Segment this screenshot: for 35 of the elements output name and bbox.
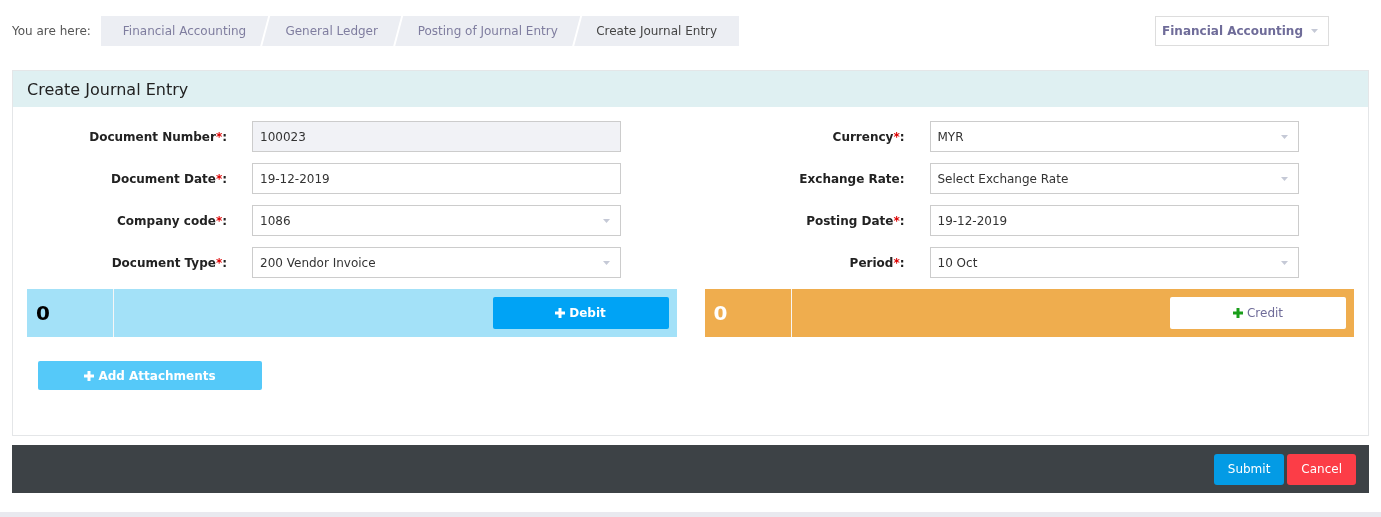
- field-label: Company code*:: [116, 213, 227, 228]
- select-field[interactable]: MYR: [929, 121, 1299, 152]
- select-field[interactable]: 10 Oct: [929, 247, 1299, 278]
- caret-icon: [603, 218, 610, 223]
- caret-icon: [1280, 134, 1288, 139]
- caret-icon: [1280, 176, 1288, 181]
- breadcrumb-item[interactable]: Create Journal Entry: [574, 16, 740, 46]
- field-label: Document Date*:: [110, 171, 227, 186]
- field-label: Document Type*:: [110, 255, 227, 270]
- caret-icon: [1280, 260, 1288, 265]
- field-label: Period*:: [848, 255, 905, 270]
- credit-total: 0: [704, 289, 792, 337]
- form-title: Create Journal Entry: [27, 79, 189, 99]
- plus-icon: [84, 370, 95, 381]
- select-field[interactable]: Select Exchange Rate: [929, 163, 1299, 194]
- credit-button[interactable]: Credit: [1170, 297, 1346, 329]
- input-field[interactable]: 19-12-2019: [252, 163, 621, 194]
- field-label: Posting Date*:: [805, 213, 905, 228]
- breadcrumb-label: You are here:: [12, 24, 91, 38]
- module-dropdown[interactable]: Financial Accounting: [1155, 16, 1329, 46]
- plus-icon: [1232, 308, 1243, 318]
- field-label: Document Number*:: [88, 129, 227, 144]
- caret-icon: [1311, 29, 1318, 33]
- breadcrumb-item[interactable]: General Ledger: [262, 16, 402, 46]
- field-label: Currency*:: [831, 129, 905, 144]
- breadcrumb-item[interactable]: Posting of Journal Entry: [395, 16, 581, 46]
- input-field[interactable]: 19-12-2019: [929, 205, 1299, 236]
- breadcrumb-item[interactable]: Financial Accounting: [100, 16, 269, 46]
- select-field[interactable]: 1086: [252, 205, 621, 236]
- plus-icon: [555, 308, 566, 318]
- select-field[interactable]: 200 Vendor Invoice: [252, 247, 621, 278]
- caret-icon: [603, 260, 610, 265]
- cancel-button[interactable]: Cancel: [1287, 453, 1356, 485]
- debit-total: 0: [27, 289, 114, 337]
- field-label: Exchange Rate:: [798, 171, 905, 186]
